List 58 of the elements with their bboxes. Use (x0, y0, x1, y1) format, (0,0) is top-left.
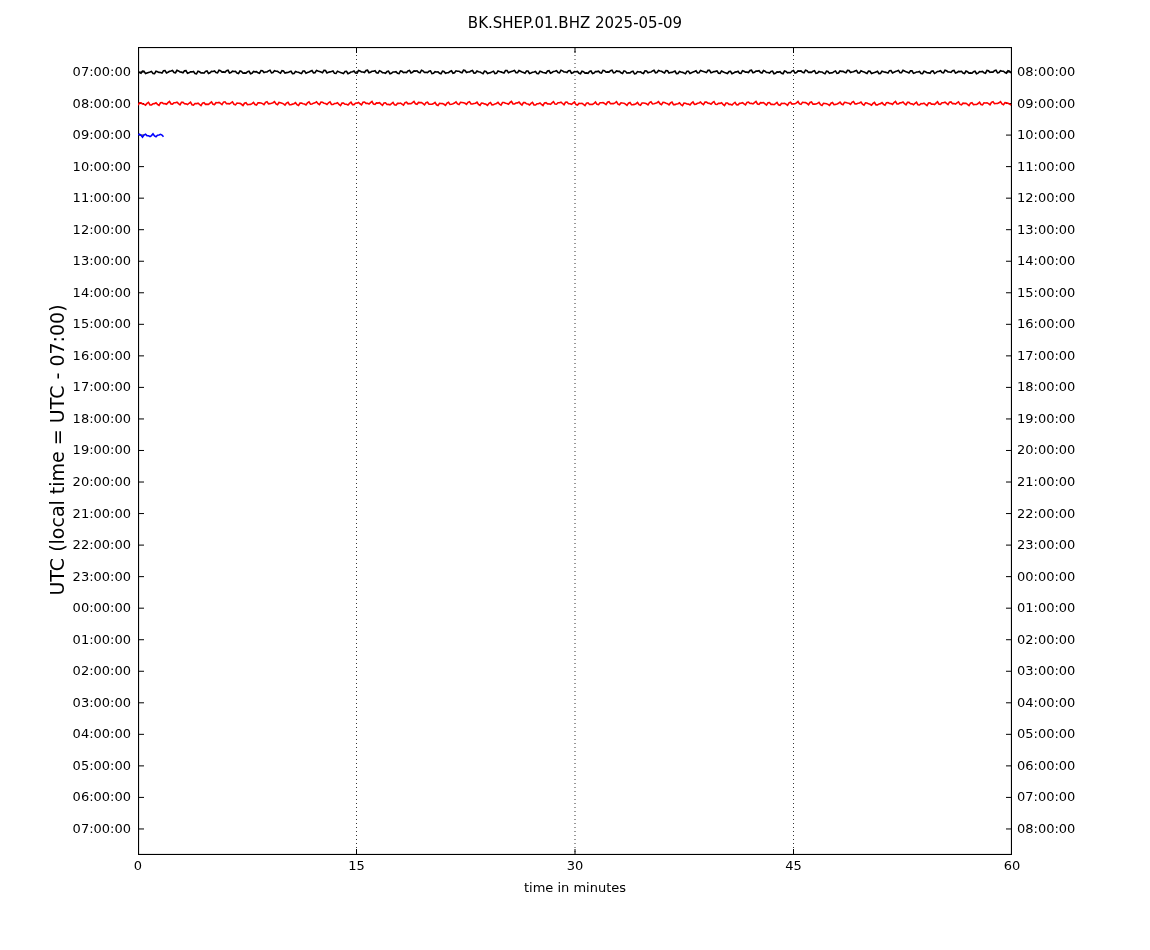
tick-label: 14:00:00 (72, 284, 131, 301)
tick-label: 04:00:00 (1017, 694, 1076, 711)
axis-label: UTC (local time = UTC - 07:00) (44, 304, 69, 596)
tick-label: 21:00:00 (1017, 474, 1076, 490)
tick-label: 11:00:00 (72, 190, 131, 207)
tick-label: 01:00:00 (1017, 600, 1076, 617)
chart-title: BK.SHEP.01.BHZ 2025-05-09 (466, 13, 684, 34)
tick-label: 02:00:00 (1017, 631, 1076, 648)
tick-label: 22:00:00 (1017, 505, 1076, 522)
tick-label: 04:00:00 (72, 726, 131, 743)
tick-label: 19:00:00 (1017, 410, 1076, 427)
tick-label: 19:00:00 (72, 442, 131, 459)
tick-label: 05:00:00 (72, 757, 131, 774)
tick-label: 10:00:00 (72, 158, 131, 175)
tick-label: 03:00:00 (72, 694, 131, 711)
tick-label: 00:00:00 (1017, 568, 1076, 585)
tick-label: 08:00:00 (72, 95, 131, 112)
tick-label: 01:00:00 (72, 631, 131, 648)
tick-label: 13:00:00 (1017, 221, 1076, 238)
tick-label: 08:00:00 (1017, 820, 1076, 837)
tick-label: 20:00:00 (72, 474, 131, 490)
tick-label: 06:00:00 (72, 789, 131, 806)
tick-label: 60 (1002, 858, 1022, 874)
tick-label: 18:00:00 (72, 410, 131, 427)
tick-label: 08:00:00 (1017, 64, 1076, 80)
tick-label: 21:00:00 (72, 505, 131, 522)
tick-label: 05:00:00 (1017, 726, 1076, 743)
tick-label: 45 (784, 858, 803, 874)
tick-label: 15 (347, 858, 366, 874)
tick-label: 17:00:00 (72, 379, 131, 396)
tick-label: 07:00:00 (72, 820, 131, 837)
tick-label: 22:00:00 (72, 537, 131, 554)
tick-label: 20:00:00 (1017, 442, 1076, 459)
axis-label: time in minutes (522, 879, 628, 897)
tick-label: 07:00:00 (72, 64, 131, 80)
tick-label: 23:00:00 (72, 568, 131, 585)
tick-label: 03:00:00 (1017, 663, 1076, 680)
tick-label: 15:00:00 (1017, 284, 1076, 301)
tick-label: 16:00:00 (72, 347, 131, 364)
tick-label: 07:00:00 (1017, 789, 1076, 806)
tick-label: 18:00:00 (1017, 379, 1076, 396)
tick-label: 09:00:00 (1017, 95, 1076, 112)
tick-label: 09:00:00 (72, 127, 131, 144)
tick-label: 12:00:00 (1017, 190, 1076, 207)
tick-label: 0 (132, 858, 144, 874)
tick-label: 23:00:00 (1017, 537, 1076, 554)
tick-label: 11:00:00 (1017, 158, 1076, 175)
tick-label: 02:00:00 (72, 663, 131, 680)
tick-label: 06:00:00 (1017, 757, 1076, 774)
tick-label: 15:00:00 (72, 316, 131, 333)
tick-label: 12:00:00 (72, 221, 131, 238)
tick-label: 14:00:00 (1017, 253, 1076, 270)
tick-label: 17:00:00 (1017, 347, 1076, 364)
tick-label: 30 (565, 858, 585, 874)
tick-label: 16:00:00 (1017, 316, 1076, 333)
tick-label: 13:00:00 (72, 253, 131, 270)
tick-label: 10:00:00 (1017, 127, 1076, 144)
tick-label: 00:00:00 (72, 600, 131, 617)
